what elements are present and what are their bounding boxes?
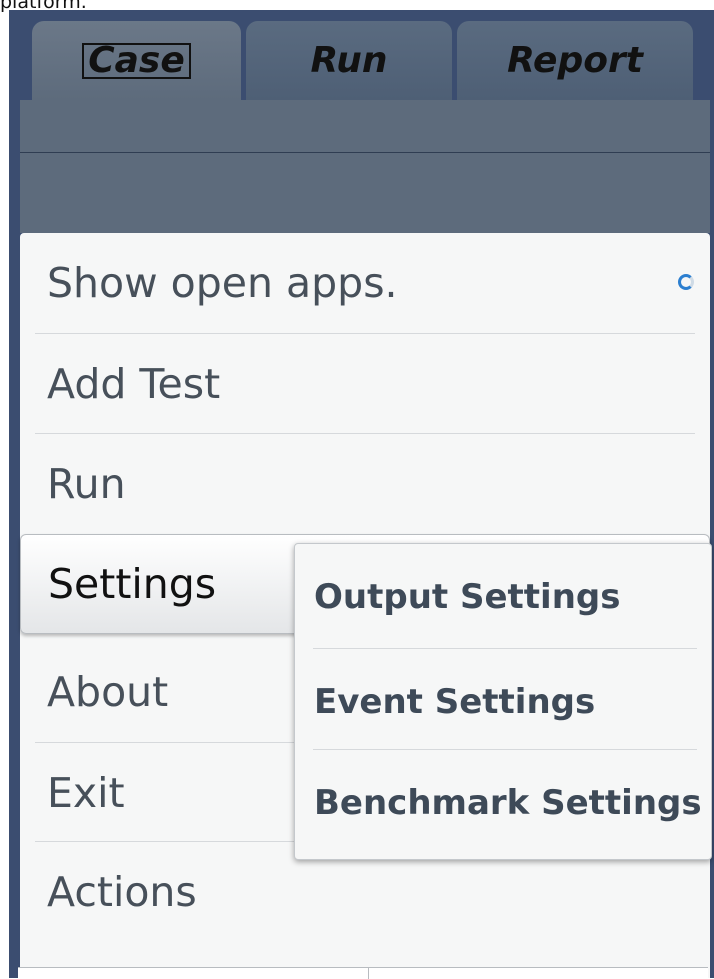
tab-case-label: Case <box>82 42 191 79</box>
menu-item-label: Exit <box>47 769 125 817</box>
tab-run-label: Run <box>310 40 388 81</box>
toolbar-strip <box>20 100 710 153</box>
content-area <box>20 153 710 233</box>
submenu-item-label: Event Settings <box>314 681 596 722</box>
menu-item-show-open-apps[interactable]: Show open apps. <box>20 233 710 333</box>
tab-bar: Case Run Report <box>9 10 714 100</box>
menu-item-add-test[interactable]: Add Test <box>20 334 710 434</box>
submenu-item-event-settings[interactable]: Event Settings <box>295 649 711 754</box>
spinner-icon <box>678 274 694 290</box>
tab-report[interactable]: Report <box>457 21 693 100</box>
menu-item-label: Add Test <box>47 360 221 408</box>
device-screen: Case Run Report Show open apps. Add Test… <box>9 10 714 978</box>
menu-item-label: Run <box>47 460 126 508</box>
menu-item-label: Show open apps. <box>47 259 398 307</box>
submenu-item-output-settings[interactable]: Output Settings <box>295 544 711 649</box>
softkey-separator <box>368 968 369 979</box>
submenu-item-benchmark-settings[interactable]: Benchmark Settings <box>295 750 711 855</box>
submenu-item-label: Benchmark Settings <box>314 782 702 823</box>
menu-item-label: Settings <box>48 560 217 608</box>
menu-item-label: About <box>47 668 169 716</box>
tab-case[interactable]: Case <box>32 21 241 100</box>
softkey-bar <box>18 967 708 979</box>
menu-item-run[interactable]: Run <box>20 434 710 534</box>
menu-item-label: Actions <box>47 868 197 916</box>
tab-run[interactable]: Run <box>246 21 452 100</box>
tab-report-label: Report <box>507 40 643 81</box>
settings-submenu: Output Settings Event Settings Benchmark… <box>294 543 712 860</box>
submenu-item-label: Output Settings <box>314 576 621 617</box>
